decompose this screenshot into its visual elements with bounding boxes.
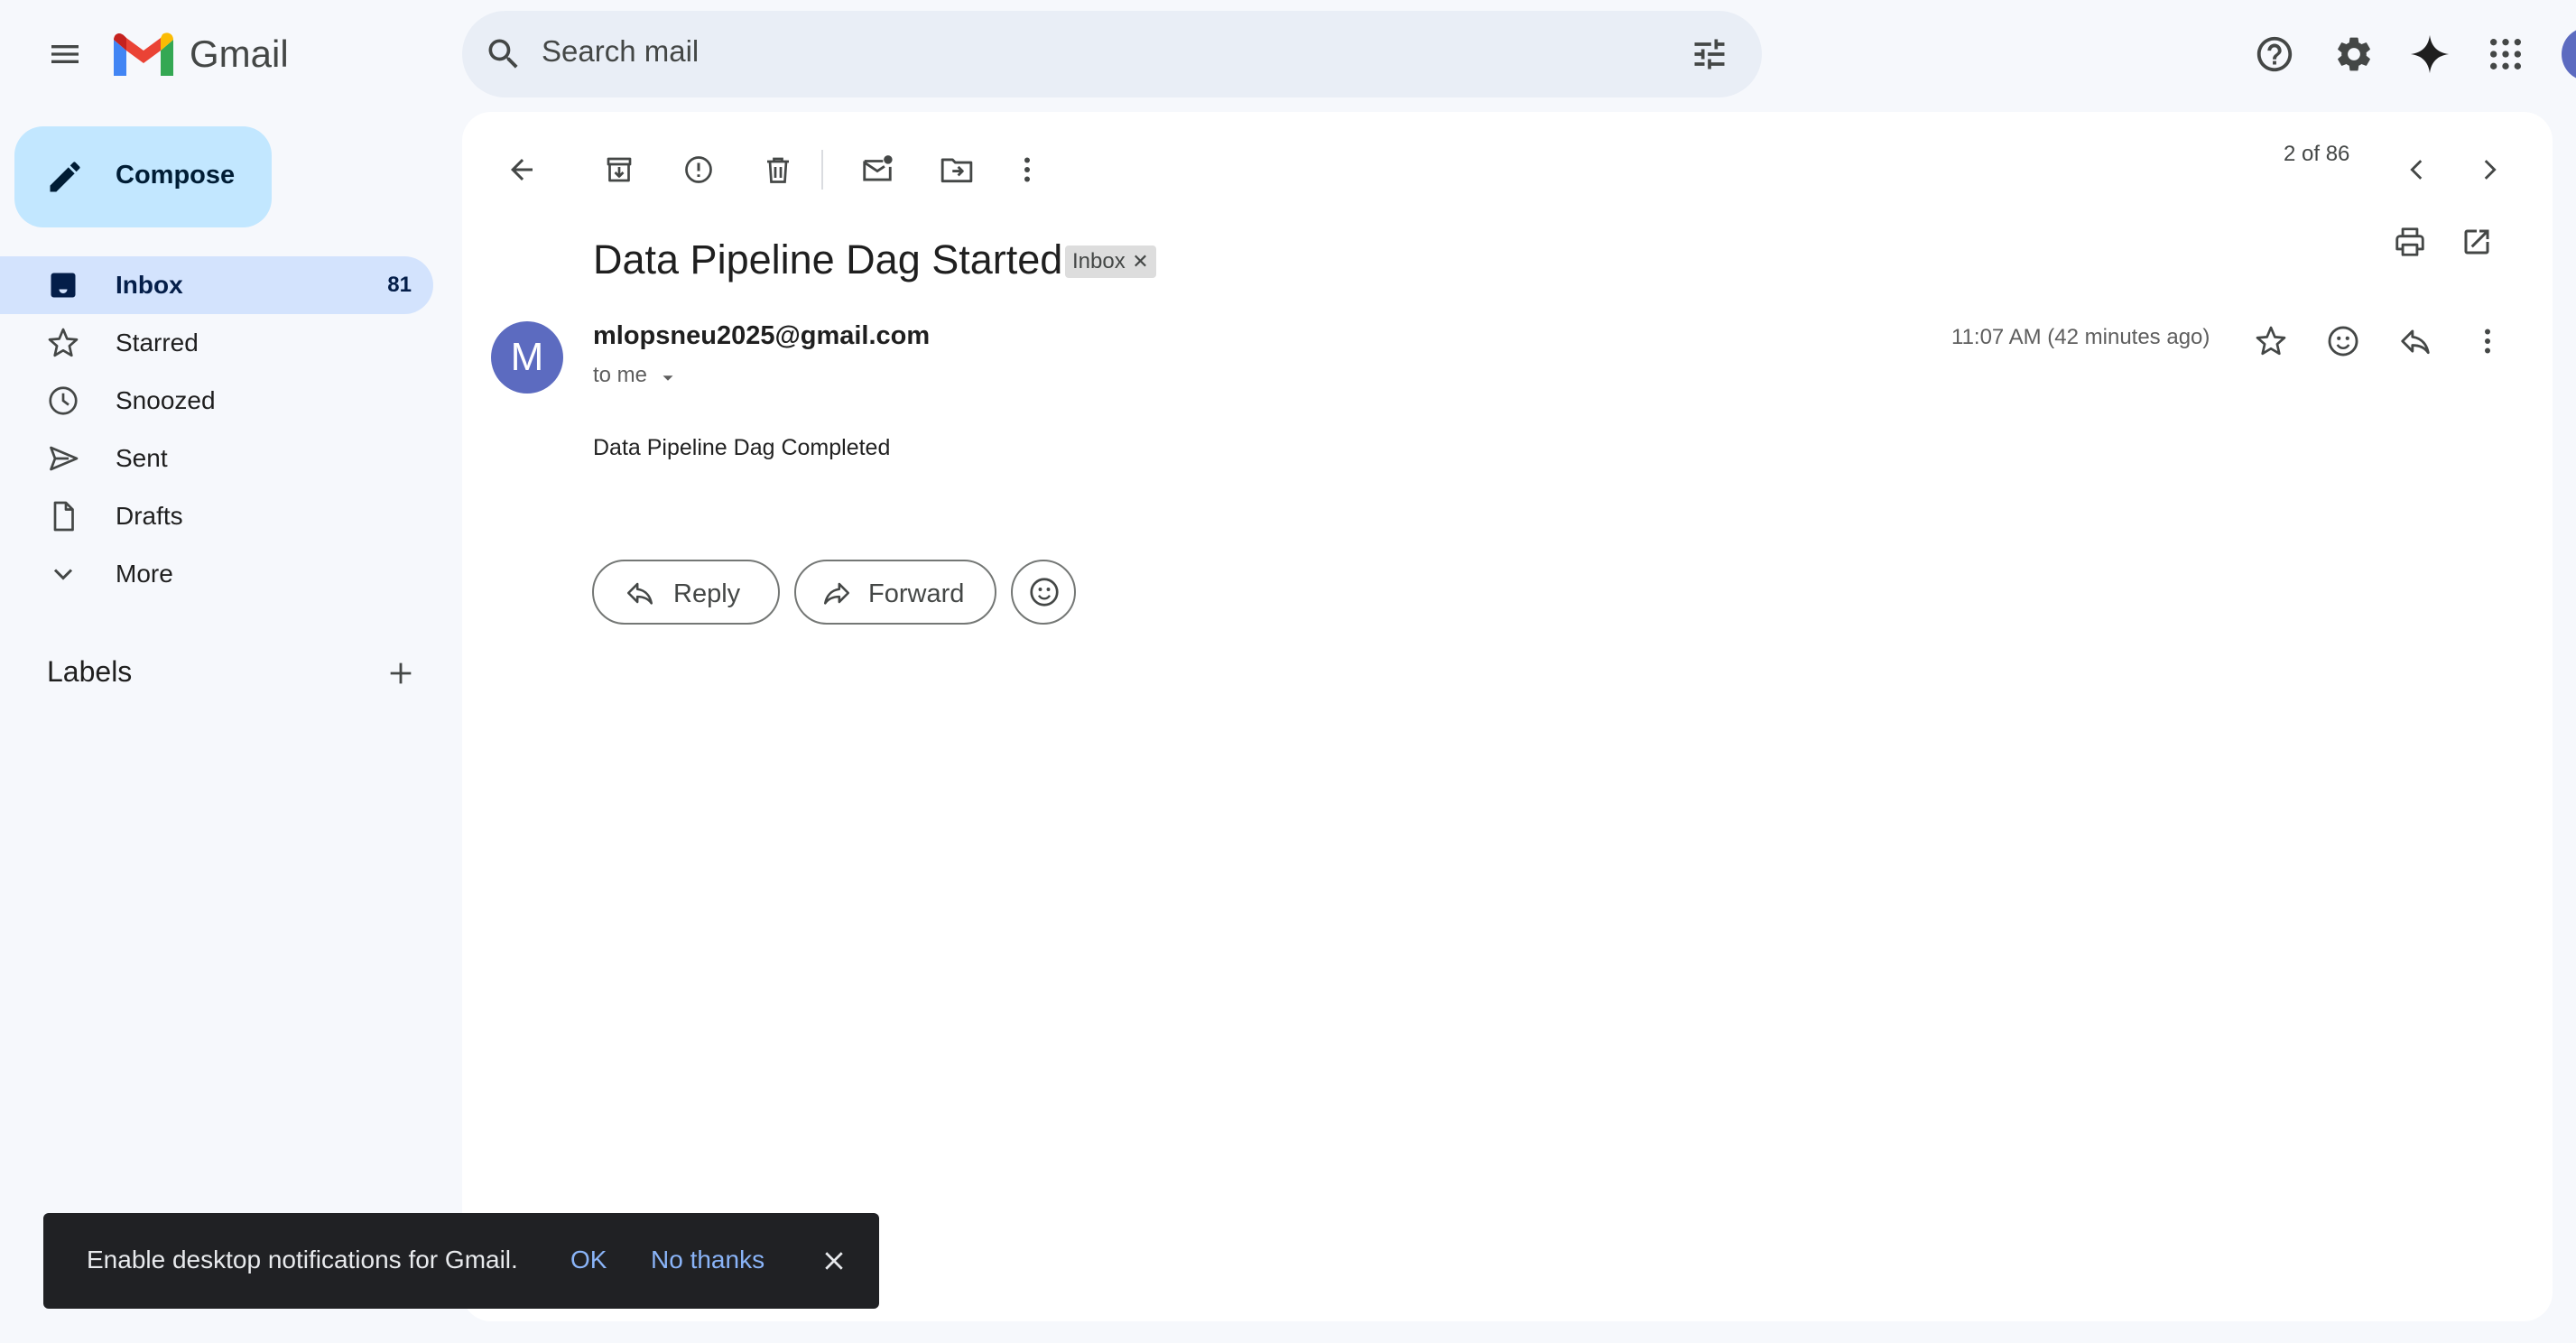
toolbar-divider (821, 150, 823, 190)
open-new-window-button[interactable] (2444, 209, 2509, 274)
star-icon (2256, 326, 2286, 356)
mark-unread-icon (863, 155, 893, 181)
sparkle-icon (2410, 34, 2450, 74)
apps-button[interactable] (2477, 25, 2534, 83)
emoji-icon (1030, 578, 1059, 607)
label-chip-text: Inbox (1072, 249, 1126, 273)
gmail-m-icon (114, 32, 173, 76)
reply-button[interactable]: Reply (592, 560, 780, 625)
help-button[interactable] (2246, 25, 2303, 83)
report-spam-button[interactable] (655, 126, 742, 213)
sender-email: mlopsneu2025@gmail.com (593, 321, 931, 350)
sidebar-item-label: Sent (116, 444, 168, 472)
archive-icon (607, 157, 632, 182)
search-options-icon[interactable] (1690, 34, 1729, 74)
add-reaction-button[interactable] (2311, 309, 2376, 374)
chevron-down-icon (53, 569, 73, 580)
sidebar-item-more[interactable]: More (0, 545, 433, 603)
settings-button[interactable] (2325, 25, 2383, 83)
sidebar-item-snoozed[interactable]: Snoozed (0, 372, 433, 430)
recipient-details[interactable]: to me (593, 363, 692, 392)
reply-label: Reply (673, 579, 741, 608)
star-button[interactable] (2238, 309, 2303, 374)
open-in-new-icon (2464, 229, 2489, 255)
chevron-right-icon (2484, 160, 2497, 180)
message-pane: 2 of 86 Data Pipeline Dag Started Inbox … (462, 112, 2553, 1321)
reply-icon-button[interactable] (2383, 309, 2448, 374)
inbox-label-chip[interactable]: Inbox ✕ (1065, 245, 1156, 278)
sidebar-item-label: Snoozed (116, 386, 216, 414)
help-icon (2256, 36, 2293, 72)
create-label-button[interactable] (377, 650, 424, 697)
gmail-logo[interactable]: Gmail (114, 27, 312, 81)
draft-icon (53, 501, 74, 532)
compose-button[interactable]: Compose (14, 126, 272, 227)
more-vert-icon (1024, 157, 1030, 182)
snackbar-close-button[interactable] (812, 1239, 856, 1283)
print-icon (2395, 227, 2424, 256)
delete-button[interactable] (735, 126, 821, 213)
search-icon (488, 39, 518, 69)
notification-snackbar: Enable desktop notifications for Gmail. … (43, 1213, 879, 1309)
hamburger-icon (51, 45, 79, 63)
sidebar-item-drafts[interactable]: Drafts (0, 487, 433, 545)
sidebar-item-sent[interactable]: Sent (0, 430, 433, 487)
mark-unread-button[interactable] (834, 126, 921, 213)
arrow-back-icon (511, 159, 533, 181)
emoji-icon (2328, 326, 2358, 357)
main-menu-button[interactable] (32, 18, 97, 90)
sidebar-item-starred[interactable]: Starred (0, 314, 433, 372)
unread-count: 81 (387, 273, 412, 297)
more-actions-button[interactable] (984, 126, 1070, 213)
sidebar-item-inbox[interactable]: Inbox 81 (0, 256, 433, 314)
recipient-text: to me (593, 363, 648, 387)
sidebar-item-label: Inbox (116, 271, 183, 299)
page-count: 2 of 86 (2284, 142, 2350, 166)
reply-icon (2401, 329, 2430, 355)
forward-button[interactable]: Forward (794, 560, 996, 625)
search-input[interactable]: Search mail (542, 34, 699, 69)
print-button[interactable] (2377, 209, 2442, 274)
star-icon (48, 328, 79, 357)
sidebar-item-label: Drafts (116, 502, 183, 530)
reaction-button[interactable] (1011, 560, 1076, 625)
clock-icon (49, 386, 78, 415)
email-timestamp: 11:07 AM (42 minutes ago) (1951, 325, 2210, 349)
gmail-wordmark: Gmail (190, 32, 289, 75)
close-icon (825, 1252, 843, 1270)
pencil-icon (50, 162, 80, 192)
compose-label: Compose (116, 161, 236, 190)
snackbar-ok-button[interactable]: OK (570, 1246, 607, 1274)
back-button[interactable] (478, 126, 565, 213)
apps-grid-icon (2490, 39, 2521, 69)
older-button[interactable] (2446, 126, 2533, 213)
more-vert-icon (2485, 329, 2490, 354)
email-body: Data Pipeline Dag Completed (593, 435, 891, 460)
snackbar-no-thanks-button[interactable]: No thanks (651, 1246, 764, 1274)
sender-avatar[interactable]: M (491, 321, 563, 394)
sidebar-item-label: More (116, 560, 173, 588)
message-more-button[interactable] (2455, 309, 2520, 374)
snackbar-message: Enable desktop notifications for Gmail. (87, 1246, 518, 1274)
trash-icon (767, 157, 789, 183)
email-subject: Data Pipeline Dag Started (593, 236, 1063, 282)
inbox-icon (51, 273, 76, 298)
gemini-button[interactable] (2401, 25, 2459, 83)
forward-icon (823, 582, 850, 605)
archive-button[interactable] (576, 126, 663, 213)
sidebar-item-label: Starred (116, 329, 199, 357)
folder-move-icon (941, 158, 973, 183)
caret-down-icon (663, 375, 673, 381)
labels-heading: Labels (47, 655, 133, 688)
gear-icon (2338, 37, 2370, 71)
remove-label-icon[interactable]: ✕ (1132, 245, 1148, 278)
chevron-left-icon (2410, 160, 2423, 180)
forward-label: Forward (868, 579, 965, 608)
search-bar[interactable]: Search mail (462, 11, 1762, 97)
reply-icon (626, 582, 653, 605)
account-avatar[interactable] (2562, 27, 2576, 81)
report-spam-icon (685, 156, 712, 183)
plus-icon (390, 662, 412, 684)
send-icon (50, 446, 79, 471)
